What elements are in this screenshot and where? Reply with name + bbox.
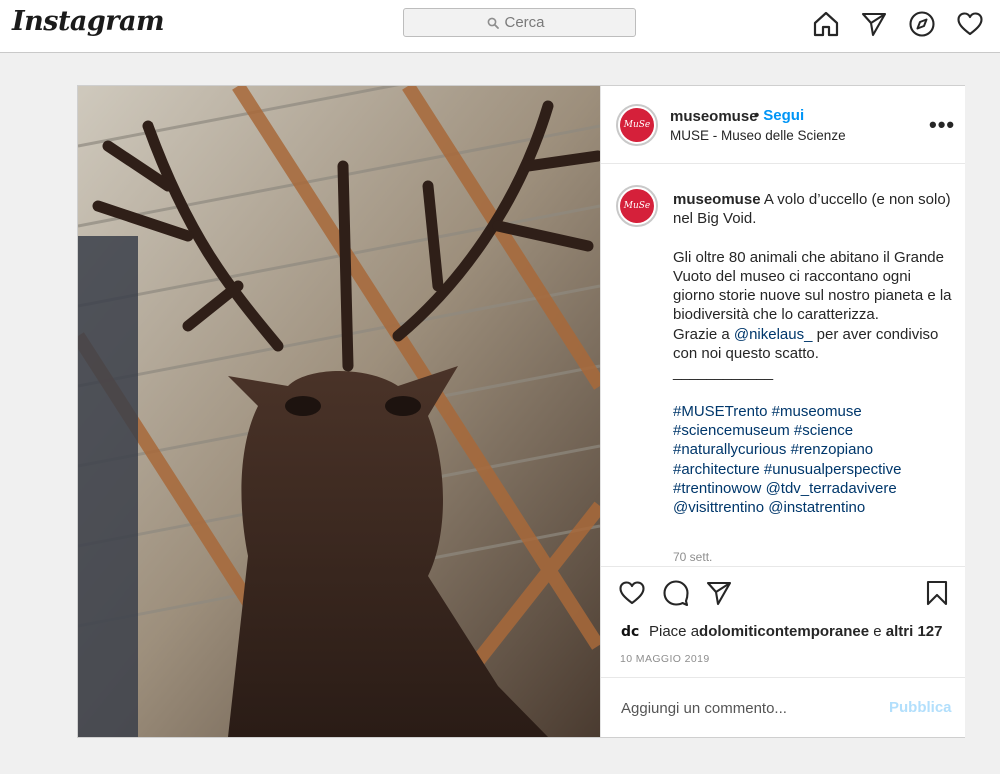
mention-link[interactable]: @instatrentino — [768, 499, 865, 516]
caption-body: Gli oltre 80 animali che abitano il Gran… — [673, 248, 952, 324]
username-link[interactable]: museomuse — [670, 108, 758, 125]
comment-icon[interactable] — [662, 579, 690, 607]
search-box[interactable] — [403, 8, 636, 37]
hashtag-link[interactable]: #architecture — [673, 461, 760, 478]
likes-summary: dc Piace a dolomiticontemporanee e altri… — [620, 621, 943, 641]
hashtag-link[interactable]: #museomuse — [772, 403, 862, 420]
publish-button[interactable]: Pubblica — [889, 699, 952, 716]
post-caption: museomuse A volo d’uccello (e non solo) … — [673, 191, 953, 518]
post-photo[interactable] — [78, 86, 600, 737]
mention-link[interactable]: @visittrentino — [673, 499, 764, 516]
more-options-icon[interactable]: ••• — [929, 112, 955, 138]
comment-input[interactable] — [619, 698, 873, 718]
like-heart-icon[interactable] — [618, 579, 646, 607]
hashtag-list: #MUSETrento #museomuse #sciencemuseum #s… — [673, 402, 953, 518]
caption-separator: ____________ — [673, 364, 774, 382]
other-likes-link[interactable]: altri 127 — [886, 623, 943, 640]
post-header: MuSe museomuse • Segui MUSE - Museo delle… — [601, 86, 965, 164]
share-send-icon[interactable] — [705, 579, 733, 607]
avatar[interactable]: MuSe — [616, 104, 658, 146]
caption-username[interactable]: museomuse — [673, 191, 761, 208]
follow-button[interactable]: • Segui — [754, 107, 804, 124]
comment-form: Pubblica — [601, 677, 965, 738]
home-icon[interactable] — [812, 10, 840, 38]
post-date[interactable]: 10 MAGGIO 2019 — [620, 653, 710, 665]
hashtag-link[interactable]: #MUSETrento — [673, 403, 767, 420]
svg-text:dc: dc — [621, 624, 639, 640]
post-timestamp[interactable]: 70 sett. — [673, 550, 712, 564]
save-bookmark-icon[interactable] — [923, 579, 951, 607]
hashtag-link[interactable]: #naturallycurious — [673, 441, 786, 458]
send-icon[interactable] — [860, 10, 888, 38]
search-input[interactable] — [504, 14, 553, 31]
mention-link[interactable]: @nikelaus_ — [734, 326, 813, 343]
location-link[interactable]: MUSE - Museo delle Scienze — [670, 128, 846, 143]
hashtag-link[interactable]: #trentinowow — [673, 480, 761, 497]
heart-icon[interactable] — [956, 10, 984, 38]
search-icon — [487, 17, 499, 29]
instagram-logo[interactable]: Instagram — [12, 6, 165, 37]
top-navigation-bar: Instagram — [0, 0, 1000, 53]
hashtag-link[interactable]: #science — [794, 422, 853, 439]
hashtag-link[interactable]: #unusualperspective — [764, 461, 902, 478]
hashtag-link[interactable]: #renzopiano — [791, 441, 874, 458]
mention-link[interactable]: @tdv_terradavivere — [766, 480, 897, 497]
explore-icon[interactable] — [908, 10, 936, 38]
liker-avatar-icon[interactable]: dc — [620, 621, 640, 641]
hashtag-link[interactable]: #sciencemuseum — [673, 422, 790, 439]
liker-username-link[interactable]: dolomiticontemporanee — [699, 623, 869, 640]
post-card: MuSe museomuse • Segui MUSE - Museo delle… — [77, 85, 965, 738]
caption-avatar[interactable]: MuSe — [616, 185, 658, 227]
post-sidebar: MuSe museomuse • Segui MUSE - Museo delle… — [600, 86, 965, 737]
deer-photo — [78, 86, 600, 737]
